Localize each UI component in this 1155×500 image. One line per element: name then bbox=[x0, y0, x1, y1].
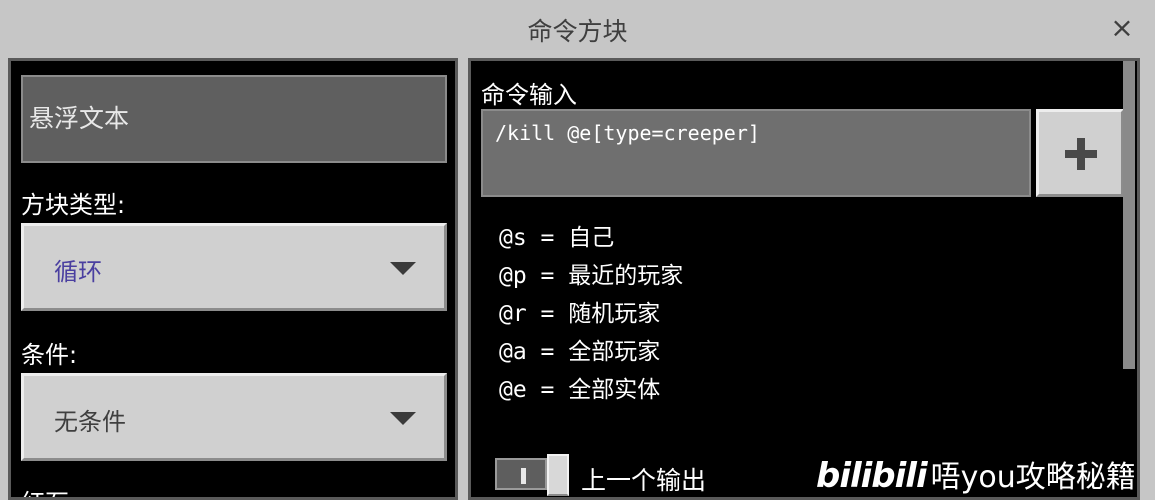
block-type-value: 循环 bbox=[54, 258, 102, 286]
selector-help-list: @s = 自己 @p = 最近的玩家 @r = 随机玩家 @a = 全部玩家 @… bbox=[499, 219, 683, 409]
list-item: @s = 自己 bbox=[499, 225, 615, 251]
list-item: @r = 随机玩家 bbox=[499, 301, 661, 327]
toggle-track bbox=[495, 458, 547, 490]
toggle-knob bbox=[547, 454, 569, 496]
previous-output-toggle[interactable] bbox=[495, 454, 569, 496]
redstone-label: 红石: bbox=[21, 483, 77, 497]
window-title: 命令方块 bbox=[527, 17, 628, 46]
scrollbar[interactable] bbox=[1123, 61, 1135, 369]
chevron-down-icon bbox=[390, 262, 416, 275]
hover-text-input[interactable]: 悬浮文本 bbox=[21, 75, 447, 163]
block-type-dropdown[interactable]: 循环 bbox=[21, 223, 447, 311]
previous-output-label: 上一个输出 bbox=[581, 466, 707, 495]
settings-panel: 悬浮文本 方块类型: 循环 条件: 无条件 红石: bbox=[8, 58, 458, 500]
title-bar: 命令方块 × bbox=[0, 0, 1155, 58]
list-item: @a = 全部玩家 bbox=[499, 339, 661, 365]
watermark: bilibili 唔you攻略秘籍 bbox=[816, 452, 1155, 500]
conditional-label: 条件: bbox=[21, 341, 78, 369]
toggle-on-mark bbox=[521, 468, 526, 484]
conditional-value: 无条件 bbox=[54, 408, 126, 436]
block-type-label: 方块类型: bbox=[21, 191, 126, 219]
bilibili-logo: bilibili bbox=[816, 456, 928, 496]
add-command-button[interactable] bbox=[1036, 109, 1124, 197]
watermark-text: 唔you攻略秘籍 bbox=[930, 460, 1136, 495]
conditional-dropdown[interactable]: 无条件 bbox=[21, 373, 447, 461]
close-icon[interactable]: × bbox=[1107, 10, 1137, 46]
command-input-label: 命令输入 bbox=[481, 81, 577, 109]
command-input[interactable]: /kill @e[type=creeper] bbox=[481, 109, 1031, 197]
list-item: @p = 最近的玩家 bbox=[499, 263, 684, 289]
list-item: @e = 全部实体 bbox=[499, 377, 661, 403]
command-panel: 命令输入 /kill @e[type=creeper] @s = 自己 @p =… bbox=[468, 58, 1140, 500]
chevron-down-icon bbox=[390, 412, 416, 425]
